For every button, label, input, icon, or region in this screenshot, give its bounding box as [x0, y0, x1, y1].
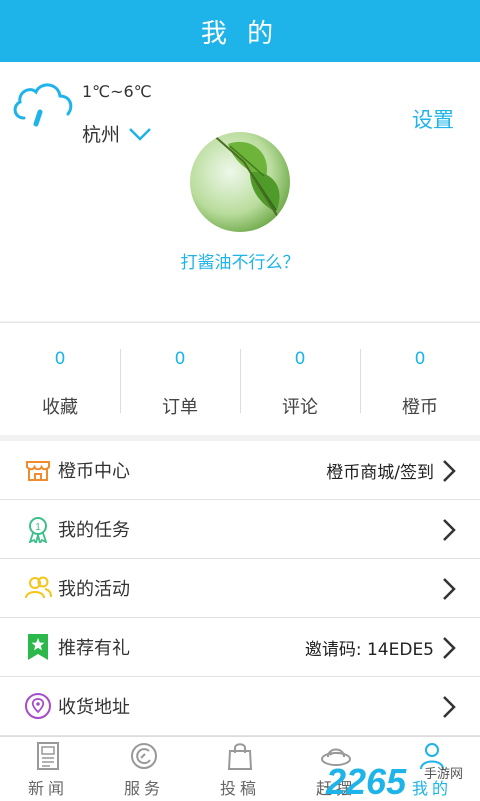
menu-item-label: 橙币中心: [58, 461, 130, 482]
avatar[interactable]: [190, 132, 290, 232]
menu-item-label: 收货地址: [58, 697, 130, 718]
menu-item-label: 推荐有礼: [58, 638, 130, 659]
stat-label: 评论: [282, 397, 318, 418]
medal-icon: 1: [28, 517, 48, 543]
stat-count: 0: [54, 349, 66, 369]
stat-label: 订单: [162, 397, 198, 418]
watermark-logo: 2265 手游网: [325, 761, 463, 800]
star-bookmark-icon: [28, 634, 48, 660]
stats-bar: 0 收藏 0 订单 0 评论 0 橙币: [0, 322, 480, 435]
stat-favorites[interactable]: 0 收藏: [0, 323, 120, 435]
menu-item-label: 我的任务: [58, 520, 130, 541]
service-icon: [131, 743, 157, 769]
temperature-range: 1℃~6℃: [82, 82, 152, 101]
tab-label: 服务: [123, 779, 164, 798]
stat-label: 收藏: [42, 397, 78, 418]
tab-news[interactable]: 新闻: [0, 737, 96, 801]
app-header: 我 的: [0, 0, 480, 62]
chevron-right-icon: [443, 460, 456, 482]
menu-item-my-activities[interactable]: 我的活动: [0, 559, 480, 618]
menu-item-referral[interactable]: 推荐有礼 邀请码: 14EDE5: [0, 618, 480, 677]
menu-item-value: 橙币商城/签到: [326, 462, 434, 483]
stat-orders[interactable]: 0 订单: [120, 323, 240, 435]
people-icon: [25, 576, 52, 599]
shop-icon: [26, 461, 50, 481]
watermark-suffix: 手游网: [424, 767, 463, 782]
stat-count: 0: [294, 349, 306, 369]
rain-cloud-icon: [13, 83, 73, 127]
menu-item-coin-center[interactable]: 橙币中心 橙币商城/签到: [0, 441, 480, 500]
stat-count: 0: [174, 349, 186, 369]
stat-coins[interactable]: 0 橙币: [360, 323, 480, 435]
chevron-down-icon: [129, 127, 151, 141]
stat-comments[interactable]: 0 评论: [240, 323, 360, 435]
newspaper-icon: [37, 742, 59, 770]
chevron-right-icon: [443, 637, 456, 659]
invite-code: 邀请码: 14EDE5: [304, 639, 434, 660]
menu-item-label: 我的活动: [58, 579, 130, 600]
menu-list: 橙币中心 橙币商城/签到 1 我的任务 我的活动 推荐有礼 邀请码: 14EDE…: [0, 441, 480, 736]
location-icon: [25, 693, 51, 719]
stat-label: 橙币: [402, 397, 438, 418]
city-name: 杭州: [82, 124, 121, 146]
city-selector[interactable]: 杭州: [82, 120, 152, 147]
settings-button[interactable]: 设置: [412, 104, 454, 134]
page-title: 我 的: [200, 18, 280, 49]
tab-label: 投稿: [219, 779, 260, 798]
profile-section: 1℃~6℃ 杭州 设置 打酱油不行么？: [0, 62, 480, 321]
user-nickname[interactable]: 打酱油不行么？: [0, 248, 480, 273]
chevron-right-icon: [443, 696, 456, 718]
bag-icon: [227, 743, 253, 770]
menu-item-my-tasks[interactable]: 1 我的任务: [0, 500, 480, 559]
menu-item-shipping-address[interactable]: 收货地址: [0, 677, 480, 736]
tab-label: 新闻: [27, 779, 68, 798]
svg-text:1: 1: [35, 522, 41, 533]
chevron-right-icon: [443, 578, 456, 600]
tab-service[interactable]: 服务: [96, 737, 192, 801]
chevron-right-icon: [443, 519, 456, 541]
watermark-brand: 2265: [325, 761, 407, 800]
tab-submit[interactable]: 投稿: [192, 737, 288, 801]
stat-count: 0: [414, 349, 426, 369]
